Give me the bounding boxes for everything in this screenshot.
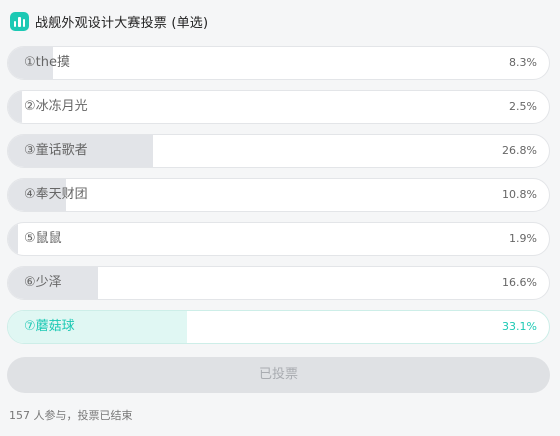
poll-option-7[interactable]: ⑦蘑菇球 33.1% — [7, 310, 550, 344]
poll-header: 战舰外观设计大赛投票 (单选) — [10, 10, 208, 32]
option-percent: 1.9% — [509, 232, 537, 245]
result-fill — [8, 223, 19, 255]
poll-option-5[interactable]: ⑤鼠鼠 1.9% — [7, 222, 550, 256]
option-label: ②冰冻月光 — [24, 99, 88, 114]
poll-option-2[interactable]: ②冰冻月光 2.5% — [7, 90, 550, 124]
poll-option-6[interactable]: ⑥少泽 16.6% — [7, 266, 550, 300]
result-fill — [8, 91, 22, 123]
poll-title: 战舰外观设计大赛投票 (单选) — [35, 15, 209, 31]
option-label: ①the摸 — [24, 55, 70, 70]
option-label: ⑦蘑菇球 — [24, 319, 75, 334]
participation-status: 157 人参与，投票已结束 — [9, 409, 133, 422]
poll-options: ①the摸 8.3% ②冰冻月光 2.5% ③童话歌者 26.8% ④奉天财团 … — [7, 46, 550, 354]
poll-option-3[interactable]: ③童话歌者 26.8% — [7, 134, 550, 168]
option-percent: 16.6% — [502, 276, 537, 289]
option-label: ③童话歌者 — [24, 143, 88, 158]
poll-option-1[interactable]: ①the摸 8.3% — [7, 46, 550, 80]
option-percent: 8.3% — [509, 56, 537, 69]
option-label: ⑤鼠鼠 — [24, 231, 62, 246]
voted-button[interactable]: 已投票 — [7, 357, 550, 393]
poll-option-4[interactable]: ④奉天财团 10.8% — [7, 178, 550, 212]
option-percent: 33.1% — [502, 320, 537, 333]
option-percent: 10.8% — [502, 188, 537, 201]
bar-chart-icon — [10, 11, 29, 31]
option-percent: 26.8% — [502, 144, 537, 157]
option-label: ⑥少泽 — [24, 275, 62, 290]
option-label: ④奉天财团 — [24, 187, 88, 202]
option-percent: 2.5% — [509, 100, 537, 113]
